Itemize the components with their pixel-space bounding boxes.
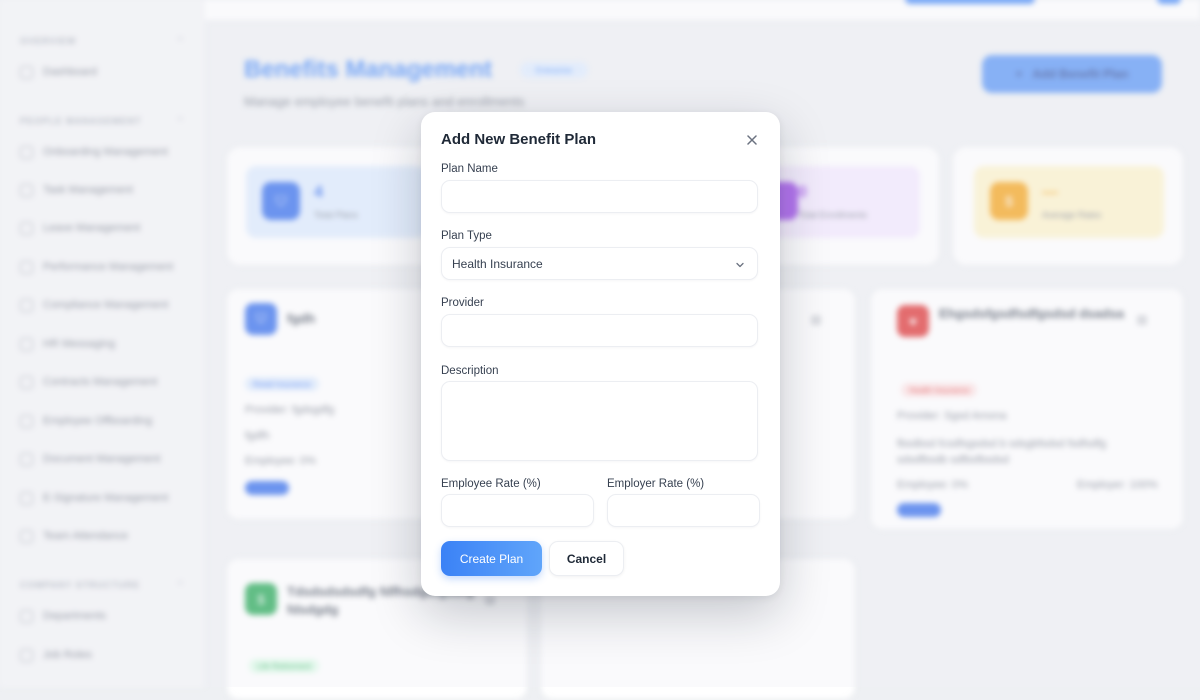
chevron-down-icon	[735, 259, 745, 269]
employer-rate-label: Employer Rate (%)	[607, 478, 705, 490]
employee-rate-label: Employee Rate (%)	[441, 478, 541, 490]
description-textarea[interactable]	[441, 381, 758, 461]
cancel-button[interactable]: Cancel	[549, 541, 624, 576]
provider-label: Provider	[441, 297, 484, 309]
plan-name-input[interactable]	[441, 180, 758, 213]
add-benefit-plan-dialog: Add New Benefit Plan Plan Name Plan Type…	[421, 112, 780, 596]
plan-type-selected: Health Insurance	[452, 256, 543, 271]
dialog-title: Add New Benefit Plan	[441, 131, 597, 148]
plan-name-label: Plan Name	[441, 163, 498, 175]
create-plan-button[interactable]: Create Plan	[441, 541, 542, 576]
description-label: Description	[441, 365, 499, 377]
close-icon[interactable]	[744, 132, 760, 148]
plan-type-select[interactable]: Health Insurance	[441, 247, 758, 280]
plan-type-label: Plan Type	[441, 230, 492, 242]
employer-rate-input[interactable]	[607, 494, 760, 527]
employee-rate-input[interactable]	[441, 494, 594, 527]
provider-input[interactable]	[441, 314, 758, 347]
